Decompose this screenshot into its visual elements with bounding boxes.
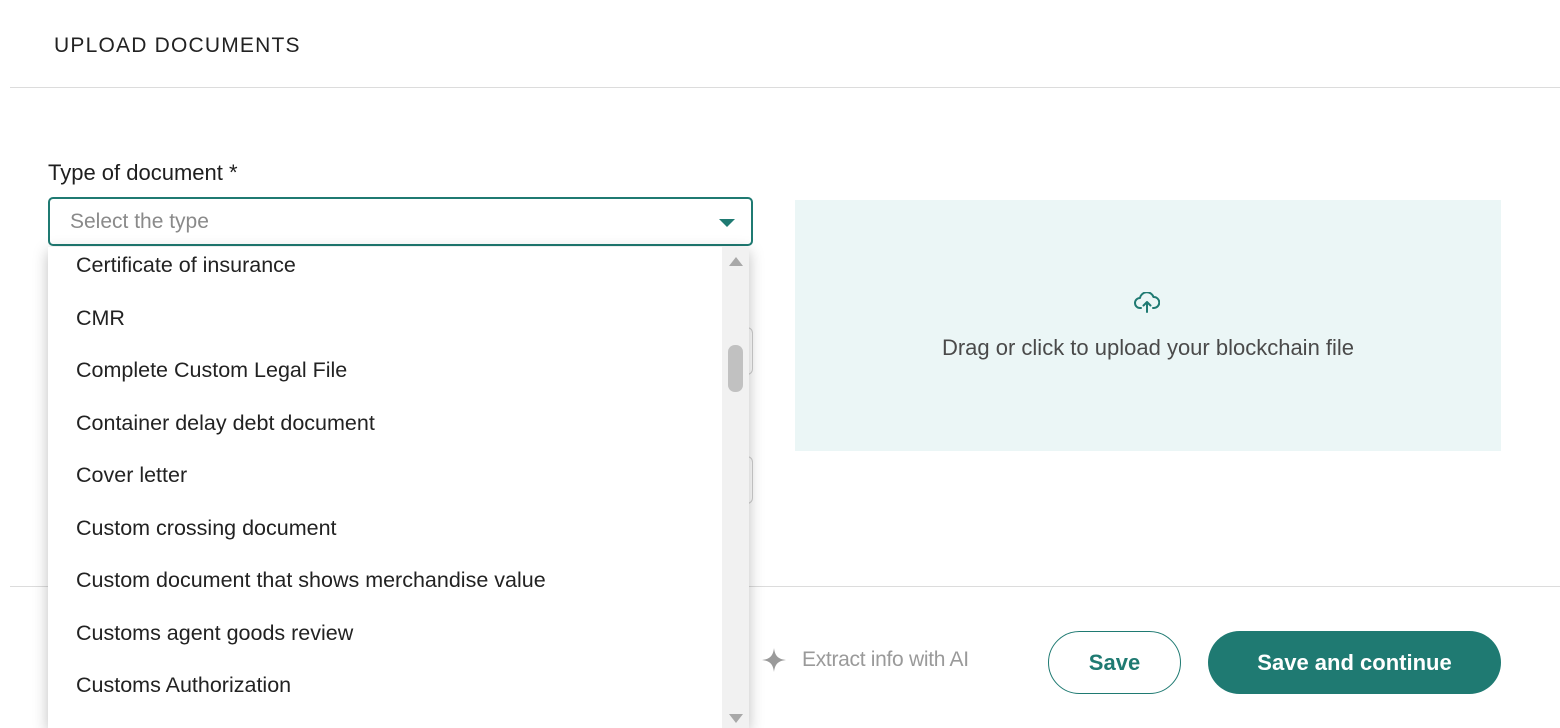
extract-ai-button[interactable]: Extract info with AI: [760, 645, 969, 675]
document-type-dropdown[interactable]: Certificate of insurance CMR Complete Cu…: [48, 247, 749, 728]
dropdown-option[interactable]: Container delay debt document: [76, 411, 375, 436]
dropdown-option[interactable]: Custom document that shows merchandise v…: [76, 568, 546, 593]
header-divider: [10, 87, 1560, 88]
scroll-down-arrow-icon[interactable]: [729, 714, 743, 723]
extract-ai-label: Extract info with AI: [802, 648, 969, 671]
cloud-upload-icon: [1134, 292, 1160, 313]
chevron-down-icon[interactable]: [719, 219, 735, 227]
dropdown-option[interactable]: Customs agent goods review: [76, 621, 353, 646]
save-button[interactable]: Save: [1048, 631, 1181, 694]
file-upload-dropzone[interactable]: Drag or click to upload your blockchain …: [795, 200, 1501, 451]
dropdown-option[interactable]: Cover letter: [76, 463, 187, 488]
dropdown-scrollbar[interactable]: [722, 247, 749, 728]
dropdown-option[interactable]: Certificate of insurance: [76, 253, 296, 278]
sparkle-icon: [762, 648, 786, 672]
scroll-up-arrow-icon[interactable]: [729, 257, 743, 266]
page-title: UPLOAD DOCUMENTS: [54, 34, 301, 57]
upload-instructions: Drag or click to upload your blockchain …: [941, 335, 1355, 360]
dropdown-option[interactable]: Custom crossing document: [76, 516, 337, 541]
dropdown-option[interactable]: Complete Custom Legal File: [76, 358, 347, 383]
document-type-placeholder: Select the type: [70, 210, 209, 233]
save-and-continue-button[interactable]: Save and continue: [1208, 631, 1501, 694]
dropdown-option[interactable]: Customs Authorization: [76, 673, 291, 698]
scrollbar-thumb[interactable]: [728, 345, 743, 392]
document-type-select[interactable]: Select the type: [48, 197, 753, 246]
document-type-label: Type of document *: [48, 160, 238, 185]
dropdown-option[interactable]: CMR: [76, 306, 125, 331]
